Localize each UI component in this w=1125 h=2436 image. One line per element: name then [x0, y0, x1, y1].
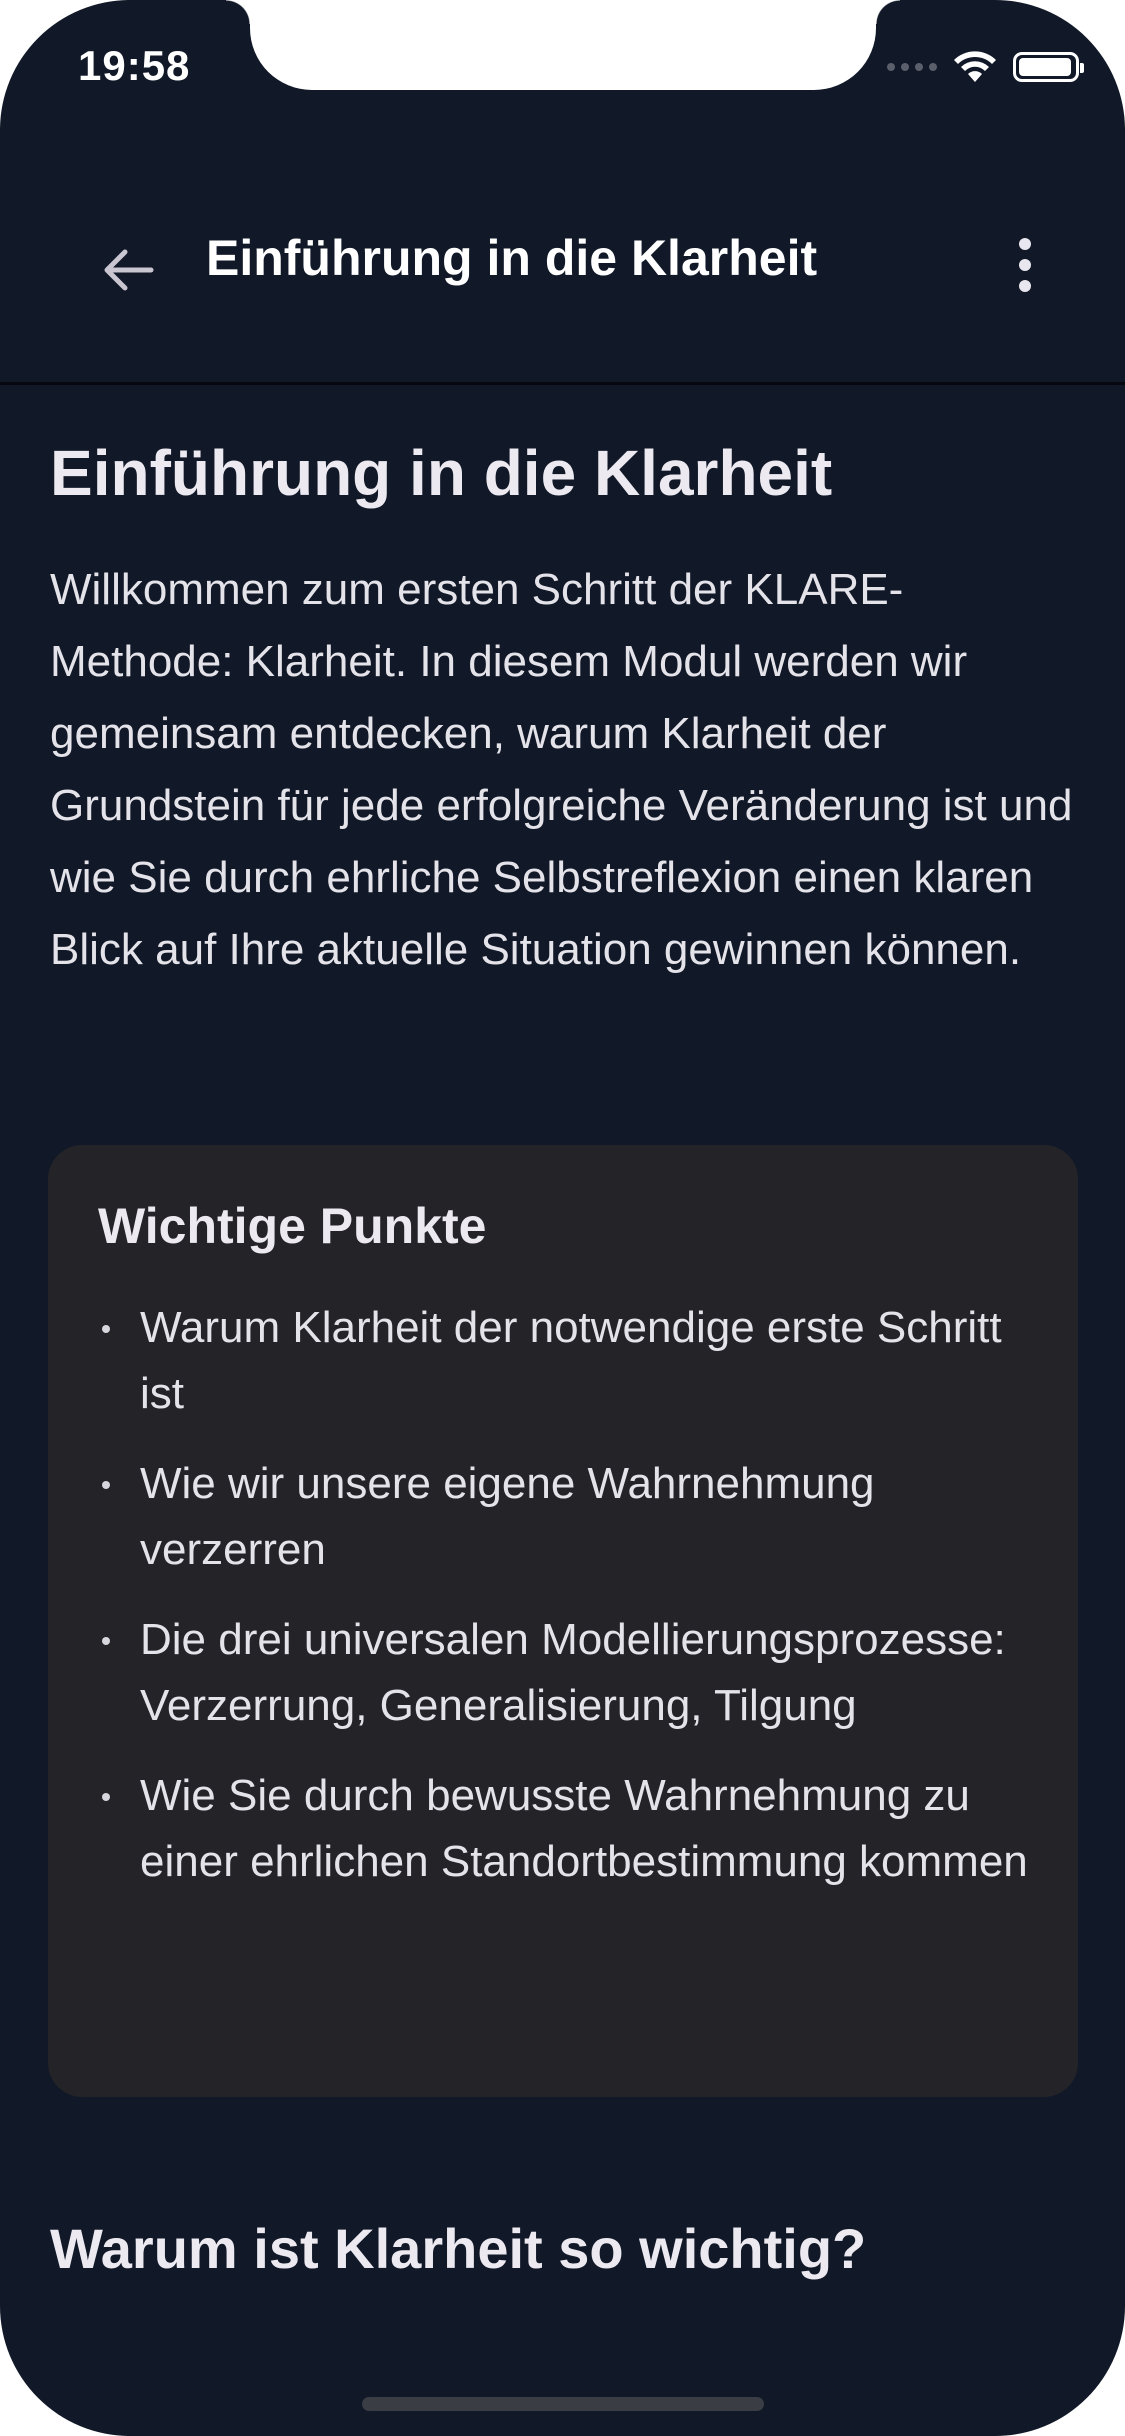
- list-item-text: Wie wir unsere eigene Wahrnehmung verzer…: [140, 1459, 875, 1574]
- status-time: 19:58: [78, 42, 191, 89]
- more-options-button[interactable]: [985, 225, 1065, 305]
- key-points-list: Warum Klarheit der notwendige erste Schr…: [98, 1295, 1028, 1895]
- back-button[interactable]: [92, 235, 162, 305]
- app-bar: Einführung in die Klarheit: [0, 185, 1125, 385]
- bullet-icon: [102, 1793, 110, 1801]
- bullet-icon: [102, 1481, 110, 1489]
- list-item: Die drei universalen Modellierungsprozes…: [98, 1607, 1028, 1739]
- list-item-text: Die drei universalen Modellierungsprozes…: [140, 1615, 1006, 1730]
- wifi-icon: [954, 51, 996, 82]
- signal-dots-icon: [887, 63, 937, 71]
- key-points-title: Wichtige Punkte: [98, 1198, 487, 1254]
- intro-text: Willkommen zum ersten Schritt der KLARE-…: [50, 564, 1073, 974]
- app-bar-title: Einführung in die Klarheit: [206, 230, 818, 286]
- bullet-icon: [102, 1637, 110, 1645]
- device-notch: [226, 0, 900, 90]
- bullet-icon: [102, 1325, 110, 1333]
- lesson-content: Einführung in die Klarheit Willkommen zu…: [50, 435, 1080, 986]
- more-vertical-icon: [1019, 238, 1031, 250]
- list-item-text: Warum Klarheit der notwendige erste Schr…: [140, 1303, 1002, 1418]
- list-item: Wie wir unsere eigene Wahrnehmung verzer…: [98, 1451, 1028, 1583]
- key-points-card: Wichtige Punkte Warum Klarheit der notwe…: [48, 1145, 1078, 2097]
- status-icons: [887, 50, 1084, 84]
- home-indicator[interactable]: [362, 2397, 764, 2411]
- arrow-left-icon: [104, 249, 154, 291]
- app-screen: 19:58 Einführung in die Klarheit Einführ…: [0, 0, 1125, 2436]
- list-item: Wie Sie durch bewusste Wahrnehmung zu ei…: [98, 1763, 1028, 1895]
- list-item: Warum Klarheit der notwendige erste Schr…: [98, 1295, 1028, 1427]
- section-title: Warum ist Klarheit so wichtig?: [50, 2217, 867, 2280]
- app-bar-divider: [0, 382, 1125, 385]
- page-title: Einführung in die Klarheit: [50, 437, 833, 509]
- list-item-text: Wie Sie durch bewusste Wahrnehmung zu ei…: [140, 1771, 1028, 1886]
- battery-icon: [1013, 52, 1084, 82]
